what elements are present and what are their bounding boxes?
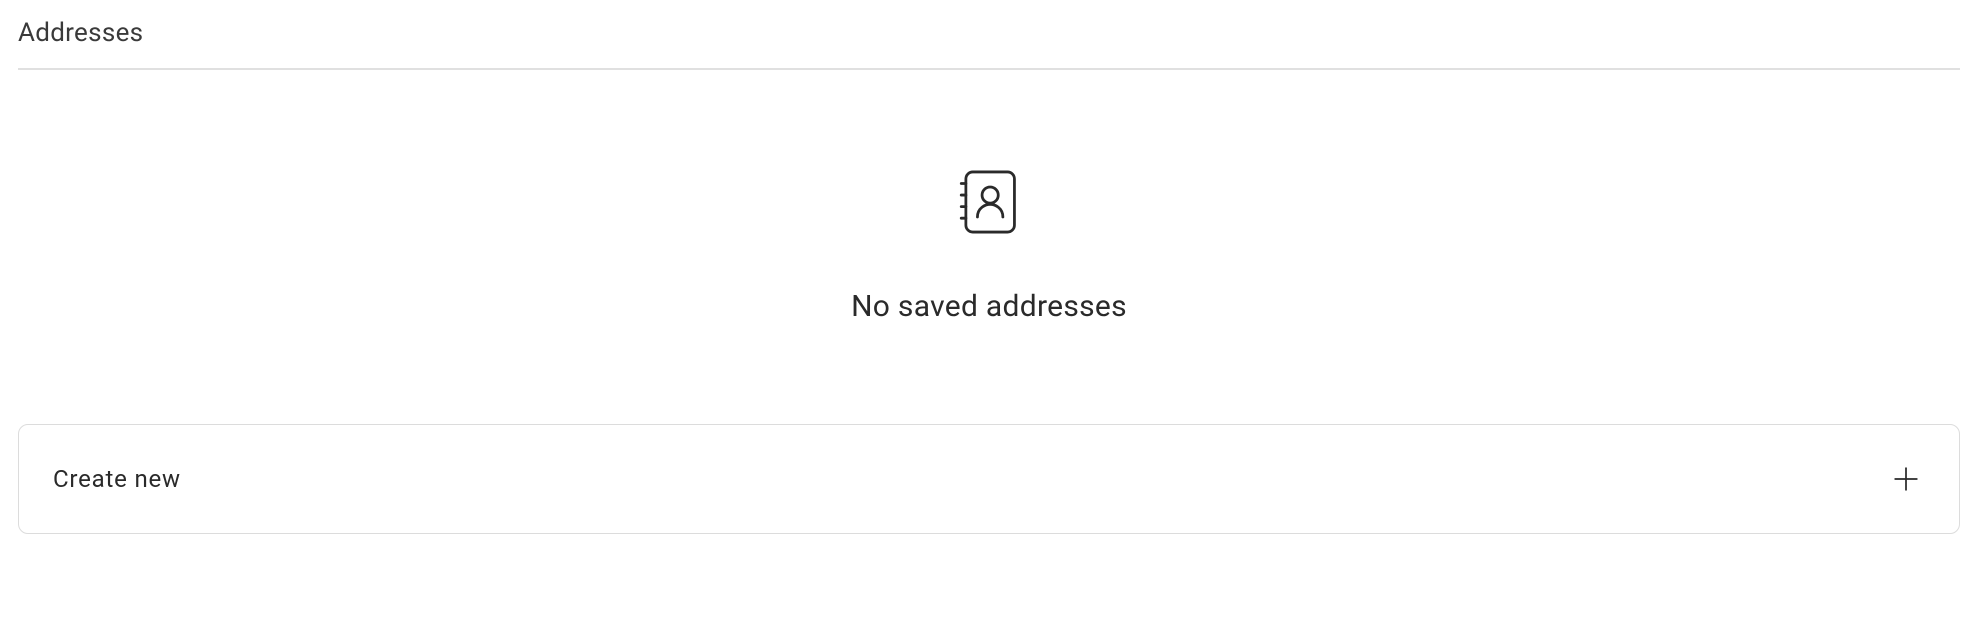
create-new-button[interactable]: Create new	[18, 424, 1960, 534]
create-new-label: Create new	[53, 465, 181, 493]
empty-state-message: No saved addresses	[851, 289, 1127, 324]
plus-icon	[1893, 466, 1919, 492]
address-book-icon	[952, 165, 1026, 239]
empty-state: No saved addresses	[18, 70, 1960, 419]
section-title: Addresses	[18, 18, 1960, 70]
